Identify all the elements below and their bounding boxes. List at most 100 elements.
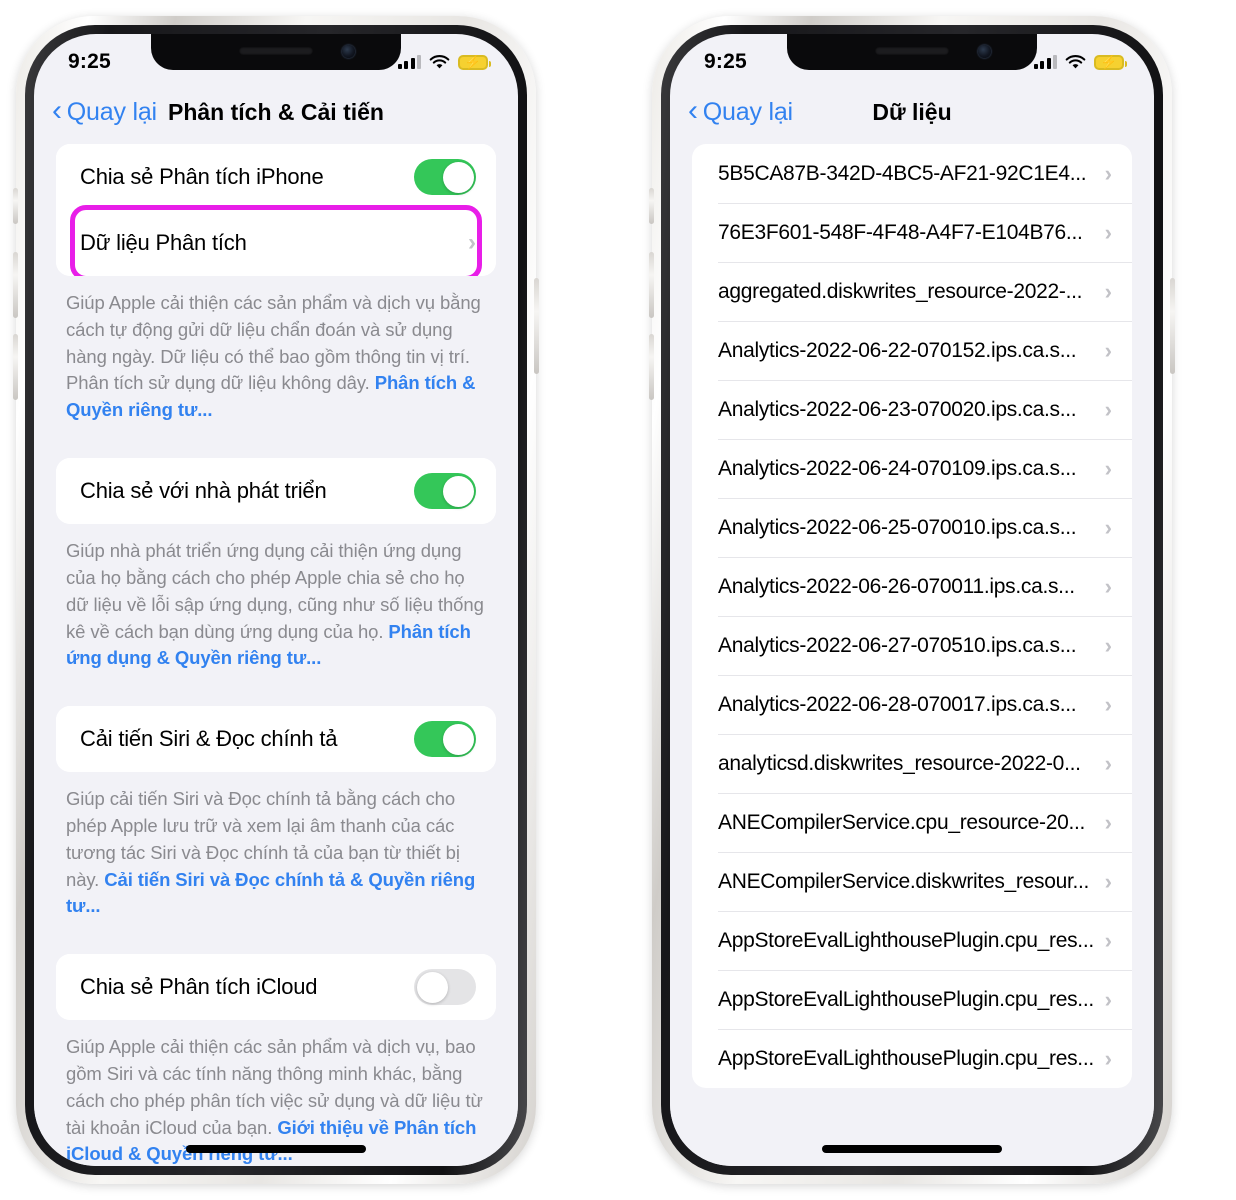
front-camera-icon	[342, 45, 355, 58]
list-item-label: 5B5CA87B-342D-4BC5-AF21-92C1E4...	[718, 161, 1087, 185]
list-item-label: aggregated.diskwrites_resource-2022-...	[718, 279, 1083, 303]
analytics-data-scroll-view[interactable]: 5B5CA87B-342D-4BC5-AF21-92C1E4... › 76E3F6…	[670, 144, 1154, 1166]
device-screen-right: 9:25 ⚡ ‹ Quay lại Dữ liệu 5B5CA87B-342D-…	[670, 34, 1154, 1166]
home-indicator-left[interactable]	[186, 1145, 366, 1153]
chevron-right-icon: ›	[1104, 750, 1112, 776]
notch-left	[151, 34, 401, 70]
footnote-siri: Giúp cải tiến Siri và Đọc chính tả bằng …	[66, 786, 486, 920]
back-button-label: Quay lại	[702, 97, 793, 126]
list-item[interactable]: AppStoreEvalLighthousePlugin.cpu_res... ›	[692, 1029, 1132, 1088]
row-analytics-data[interactable]: Dữ liệu Phân tích ›	[56, 210, 496, 276]
row-label: Chia sẻ Phân tích iCloud	[80, 974, 318, 1000]
list-item[interactable]: AppStoreEvalLighthousePlugin.cpu_res... ›	[692, 970, 1132, 1029]
device-bezel-left: 9:25 ⚡ ‹ Quay lại Phân tích & Cải tiến C…	[25, 25, 527, 1175]
list-item[interactable]: Analytics-2022-06-26-070011.ips.ca.s... ›	[692, 557, 1132, 616]
power-button-left[interactable]	[534, 278, 539, 374]
list-item[interactable]: 76E3F601-548F-4F48-A4F7-E104B76... ›	[692, 203, 1132, 262]
silent-switch-right[interactable]	[649, 188, 654, 224]
settings-group-developers: Chia sẻ với nhà phát triển	[56, 458, 496, 525]
row-label: Chia sẻ với nhà phát triển	[80, 478, 327, 504]
list-item-label: Analytics-2022-06-23-070020.ips.ca.s...	[718, 397, 1077, 421]
list-item[interactable]: ANECompilerService.cpu_resource-20... ›	[692, 793, 1132, 852]
device-bezel-right: 9:25 ⚡ ‹ Quay lại Dữ liệu 5B5CA87B-342D-…	[661, 25, 1163, 1175]
chevron-right-icon: ›	[1104, 278, 1112, 304]
footnote-link[interactable]: Cải tiến Siri và Đọc chính tả & Quyền ri…	[66, 869, 475, 917]
volume-down-button-left[interactable]	[13, 334, 18, 400]
settings-group-analytics: Chia sẻ Phân tích iPhone Dữ liệu Phân tí…	[56, 144, 496, 276]
chevron-right-icon: ›	[1104, 868, 1112, 894]
row-share-icloud-analytics[interactable]: Chia sẻ Phân tích iCloud	[56, 954, 496, 1021]
toggle-share-with-developers[interactable]	[414, 473, 476, 510]
front-camera-icon	[978, 45, 991, 58]
list-item[interactable]: Analytics-2022-06-23-070020.ips.ca.s... ›	[692, 380, 1132, 439]
chevron-right-icon: ›	[1104, 160, 1112, 186]
device-screen-left: 9:25 ⚡ ‹ Quay lại Phân tích & Cải tiến C…	[34, 34, 518, 1166]
list-item-label: Analytics-2022-06-24-070109.ips.ca.s...	[718, 456, 1077, 480]
row-improve-siri-dictation[interactable]: Cải tiến Siri & Đọc chính tả	[56, 706, 496, 773]
chevron-right-icon: ›	[1104, 396, 1112, 422]
row-share-with-developers[interactable]: Chia sẻ với nhà phát triển	[56, 458, 496, 525]
list-item-label: ANECompilerService.cpu_resource-20...	[718, 810, 1086, 834]
iphone-device-left: 9:25 ⚡ ‹ Quay lại Phân tích & Cải tiến C…	[13, 16, 539, 1184]
list-item[interactable]: AppStoreEvalLighthousePlugin.cpu_res... ›	[692, 911, 1132, 970]
nav-bar-right: ‹ Quay lại Dữ liệu	[670, 80, 1154, 144]
list-item-label: AppStoreEvalLighthousePlugin.cpu_res...	[718, 1046, 1094, 1070]
list-item-label: Analytics-2022-06-28-070017.ips.ca.s...	[718, 692, 1077, 716]
list-item[interactable]: ANECompilerService.diskwrites_resour... ›	[692, 852, 1132, 911]
list-item-label: Analytics-2022-06-27-070510.ips.ca.s...	[718, 633, 1077, 657]
home-indicator-right[interactable]	[822, 1145, 1002, 1153]
back-button-label: Quay lại	[66, 97, 157, 126]
list-item-label: Analytics-2022-06-26-070011.ips.ca.s...	[718, 574, 1075, 598]
notch-right	[787, 34, 1037, 70]
volume-up-button-right[interactable]	[649, 252, 654, 318]
chevron-right-icon: ›	[1104, 337, 1112, 363]
status-icons-left: ⚡	[397, 54, 491, 70]
silent-switch-left[interactable]	[13, 188, 18, 224]
cellular-signal-icon	[397, 55, 421, 69]
power-button-right[interactable]	[1170, 278, 1175, 374]
footnote-developers: Giúp nhà phát triển ứng dụng cải thiện ứ…	[66, 538, 486, 672]
nav-bar-left: ‹ Quay lại Phân tích & Cải tiến	[34, 80, 518, 144]
list-item[interactable]: Analytics-2022-06-27-070510.ips.ca.s... ›	[692, 616, 1132, 675]
row-analytics-data-wrapper: Dữ liệu Phân tích ›	[56, 205, 496, 276]
toggle-share-iphone-analytics[interactable]	[414, 159, 476, 195]
list-item-label: AppStoreEvalLighthousePlugin.cpu_res...	[718, 987, 1094, 1011]
chevron-right-icon: ›	[1104, 632, 1112, 658]
list-item[interactable]: Analytics-2022-06-28-070017.ips.ca.s... ›	[692, 675, 1132, 734]
row-label: Chia sẻ Phân tích iPhone	[80, 164, 324, 189]
settings-scroll-view[interactable]: Chia sẻ Phân tích iPhone Dữ liệu Phân tí…	[34, 144, 518, 1166]
earpiece-speaker-icon	[239, 47, 313, 55]
row-share-iphone-analytics[interactable]: Chia sẻ Phân tích iPhone	[56, 144, 496, 210]
list-item[interactable]: aggregated.diskwrites_resource-2022-... ›	[692, 262, 1132, 321]
list-item-label: Analytics-2022-06-25-070010.ips.ca.s...	[718, 515, 1077, 539]
chevron-right-icon: ›	[1104, 691, 1112, 717]
back-button-right[interactable]: ‹ Quay lại	[670, 96, 793, 127]
list-item[interactable]: Analytics-2022-06-24-070109.ips.ca.s... ›	[692, 439, 1132, 498]
wifi-icon	[1065, 54, 1086, 68]
chevron-right-icon: ›	[1104, 986, 1112, 1012]
settings-group-icloud: Chia sẻ Phân tích iCloud	[56, 954, 496, 1021]
settings-group-siri: Cải tiến Siri & Đọc chính tả	[56, 706, 496, 773]
back-button-left[interactable]: ‹ Quay lại	[34, 96, 157, 127]
volume-down-button-right[interactable]	[649, 334, 654, 400]
chevron-right-icon: ›	[1104, 455, 1112, 481]
toggle-knob	[442, 475, 474, 507]
list-item[interactable]: analyticsd.diskwrites_resource-2022-0...…	[692, 734, 1132, 793]
battery-charging-icon: ⚡	[1094, 54, 1127, 70]
analytics-file-list: 5B5CA87B-342D-4BC5-AF21-92C1E4... › 76E3F6…	[692, 144, 1132, 1088]
list-item[interactable]: Analytics-2022-06-25-070010.ips.ca.s... ›	[692, 498, 1132, 557]
list-item[interactable]: 5B5CA87B-342D-4BC5-AF21-92C1E4... ›	[692, 144, 1132, 203]
status-clock: 9:25	[68, 50, 111, 73]
list-item[interactable]: Analytics-2022-06-22-070152.ips.ca.s... ›	[692, 321, 1132, 380]
row-label: Dữ liệu Phân tích	[80, 230, 247, 255]
footnote-analytics: Giúp Apple cải thiện các sản phẩm và dịc…	[66, 290, 486, 424]
toggle-improve-siri-dictation[interactable]	[414, 721, 476, 758]
volume-up-button-left[interactable]	[13, 252, 18, 318]
chevron-right-icon: ›	[1104, 1045, 1112, 1071]
list-item-label: ANECompilerService.diskwrites_resour...	[718, 869, 1090, 893]
toggle-share-icloud-analytics[interactable]	[414, 969, 476, 1006]
chevron-right-icon: ›	[1104, 219, 1112, 245]
chevron-right-icon: ›	[1104, 809, 1112, 835]
